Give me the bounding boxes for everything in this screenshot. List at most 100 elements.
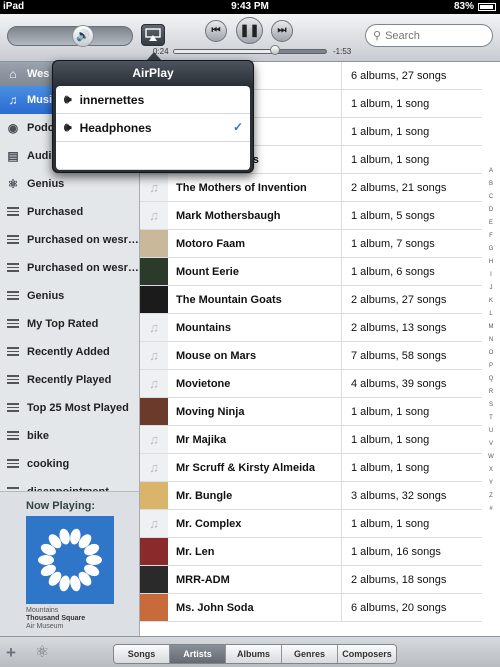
- tab-genres[interactable]: Genres: [282, 645, 338, 663]
- now-playing-panel[interactable]: Now Playing: Mountains Thousand Square A…: [0, 491, 140, 636]
- previous-track-button[interactable]: ⏮: [205, 20, 227, 42]
- table-row[interactable]: ♫ Mr. Complex 1 album, 1 song: [140, 510, 482, 538]
- next-track-button[interactable]: ⏭: [271, 20, 293, 42]
- index-letter[interactable]: X: [489, 464, 493, 477]
- table-row[interactable]: ♫ Mouse on Mars 7 albums, 58 songs: [140, 342, 482, 370]
- view-segmented-control: Songs Artists Albums Genres Composers: [113, 644, 397, 664]
- index-letter[interactable]: E: [489, 217, 493, 230]
- album-song-count: 1 album, 1 song: [341, 454, 482, 481]
- index-letter[interactable]: L: [489, 308, 492, 321]
- sidebar-item[interactable]: bike: [0, 422, 139, 450]
- sidebar-item[interactable]: My Top Rated: [0, 310, 139, 338]
- sidebar-item-label: Purchased on wesr…: [27, 262, 139, 274]
- table-row[interactable]: The Mountain Goats 2 albums, 27 songs: [140, 286, 482, 314]
- sidebar-item[interactable]: cooking: [0, 450, 139, 478]
- music-note-icon: ♫: [140, 510, 168, 537]
- index-letter[interactable]: H: [489, 256, 493, 269]
- search-input[interactable]: [385, 29, 476, 42]
- table-row[interactable]: Mount Eerie 1 album, 6 songs: [140, 258, 482, 286]
- index-letter[interactable]: M: [489, 321, 494, 334]
- sidebar-item[interactable]: Genius: [0, 282, 139, 310]
- table-row[interactable]: ♫ Mark Mothersbaugh 1 album, 5 songs: [140, 202, 482, 230]
- progress-track[interactable]: [173, 49, 327, 54]
- sidebar-item[interactable]: disappointment: [0, 478, 139, 491]
- album-art[interactable]: [26, 516, 114, 604]
- table-row[interactable]: ♫ Mr Scruff & Kirsty Almeida 1 album, 1 so…: [140, 454, 482, 482]
- index-letter[interactable]: F: [489, 230, 493, 243]
- index-letter[interactable]: C: [489, 191, 493, 204]
- sidebar-item[interactable]: ⚛ Genius: [0, 170, 139, 198]
- index-letter[interactable]: B: [489, 178, 493, 191]
- tab-songs[interactable]: Songs: [114, 645, 170, 663]
- album-song-count: 1 album, 1 song: [341, 90, 482, 117]
- index-letter[interactable]: W: [488, 451, 494, 464]
- music-note-icon: ♫: [140, 314, 168, 341]
- index-letter[interactable]: V: [489, 438, 493, 451]
- genius-icon[interactable]: ⚛: [35, 642, 49, 662]
- tab-artists[interactable]: Artists: [170, 645, 226, 663]
- pause-button[interactable]: ❚❚: [236, 17, 263, 44]
- search-field[interactable]: ⚲: [365, 24, 493, 47]
- sidebar-item[interactable]: Purchased on wesr…: [0, 226, 139, 254]
- table-row[interactable]: Mr. Bungle 3 albums, 32 songs: [140, 482, 482, 510]
- album-art-petal: [86, 555, 102, 565]
- index-letter[interactable]: U: [489, 425, 493, 438]
- table-row[interactable]: Ms. John Soda 6 albums, 20 songs: [140, 594, 482, 622]
- index-letter[interactable]: D: [489, 204, 493, 217]
- tab-albums[interactable]: Albums: [226, 645, 282, 663]
- sidebar-item[interactable]: Recently Played: [0, 366, 139, 394]
- sidebar-item[interactable]: Top 25 Most Played: [0, 394, 139, 422]
- index-letter[interactable]: K: [489, 295, 493, 308]
- volume-slider[interactable]: [7, 26, 133, 46]
- table-row[interactable]: ♫ Mountains 2 albums, 13 songs: [140, 314, 482, 342]
- alphabet-index[interactable]: A B C D E F G H I J K L M N O P Q R S T U V W X Y Z #: [482, 165, 500, 516]
- index-letter[interactable]: Q: [489, 373, 494, 386]
- airplay-button[interactable]: [141, 24, 165, 46]
- artist-thumbnail: [140, 538, 168, 565]
- table-row[interactable]: Moving Ninja 1 album, 1 song: [140, 398, 482, 426]
- index-letter[interactable]: A: [489, 165, 493, 178]
- airplay-device-item[interactable]: 🕪 Headphones ✓: [56, 114, 250, 142]
- sidebar-item[interactable]: Purchased on wesr…: [0, 254, 139, 282]
- sidebar-item[interactable]: Recently Added: [0, 338, 139, 366]
- progress-knob[interactable]: [269, 45, 280, 55]
- artist-name: Mr. Len: [176, 545, 215, 558]
- index-letter[interactable]: Y: [489, 477, 493, 490]
- sidebar-item-label: Recently Added: [27, 346, 110, 358]
- album-song-count: 1 album, 1 song: [341, 118, 482, 145]
- tab-composers[interactable]: Composers: [338, 645, 396, 663]
- search-icon: ⚲: [373, 30, 382, 42]
- index-letter[interactable]: N: [489, 334, 493, 347]
- album-song-count: 1 album, 6 songs: [341, 258, 482, 285]
- index-letter[interactable]: R: [489, 386, 493, 399]
- index-letter[interactable]: J: [490, 282, 493, 295]
- volume-knob-speaker-icon[interactable]: 🔊: [72, 25, 94, 47]
- artist-name: Mr. Complex: [176, 517, 242, 530]
- table-row[interactable]: ♫ Mr Majika 1 album, 1 song: [140, 426, 482, 454]
- index-letter[interactable]: S: [489, 399, 493, 412]
- airplay-device-label: innernettes: [79, 92, 145, 107]
- remaining-time: -1:53: [333, 47, 352, 56]
- now-playing-artist: Mountains: [26, 607, 59, 614]
- index-letter[interactable]: O: [489, 347, 494, 360]
- index-letter[interactable]: #: [489, 503, 492, 516]
- index-letter[interactable]: T: [489, 412, 493, 425]
- index-letter[interactable]: Z: [489, 490, 493, 503]
- table-row[interactable]: Motoro Faam 1 album, 7 songs: [140, 230, 482, 258]
- table-row[interactable]: ♫ The Mothers of Invention 2 albums, 21 so…: [140, 174, 482, 202]
- index-letter[interactable]: G: [489, 243, 494, 256]
- now-playing-label: Now Playing:: [26, 500, 96, 512]
- artist-thumbnail: [140, 230, 168, 257]
- sidebar-item-label: cooking: [27, 458, 70, 470]
- index-letter[interactable]: I: [490, 269, 492, 282]
- popover-title: AirPlay: [53, 61, 253, 85]
- table-row[interactable]: MRR-ADM 2 albums, 18 songs: [140, 566, 482, 594]
- airplay-device-list: 🕪 innernettes 🕪 Headphones ✓: [56, 86, 250, 170]
- album-art-image: [38, 528, 102, 592]
- table-row[interactable]: ♫ Movietone 4 albums, 39 songs: [140, 370, 482, 398]
- index-letter[interactable]: P: [489, 360, 493, 373]
- sidebar-item[interactable]: Purchased: [0, 198, 139, 226]
- airplay-device-item[interactable]: 🕪 innernettes: [56, 86, 250, 114]
- table-row[interactable]: Mr. Len 1 album, 16 songs: [140, 538, 482, 566]
- add-playlist-icon[interactable]: +: [6, 643, 16, 663]
